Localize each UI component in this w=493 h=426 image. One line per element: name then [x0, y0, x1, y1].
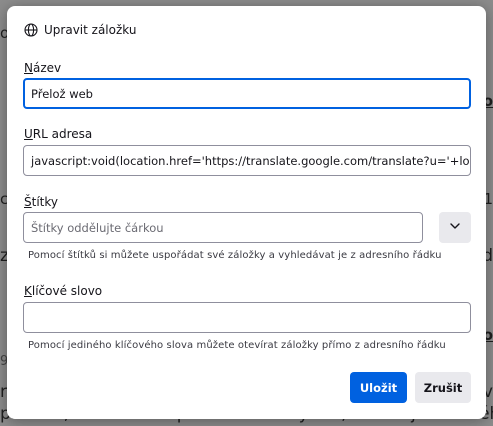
url-label-accel: U: [24, 127, 33, 141]
dialog-title-text: Upravit záložku: [44, 23, 137, 37]
url-label-rest: RL adresa: [32, 127, 93, 141]
keyword-label-accel: K: [24, 284, 32, 298]
tags-input-placeholder: Štítky oddělujte čárkou: [31, 220, 164, 235]
globe-icon: [24, 23, 38, 37]
name-input[interactable]: Přelož web: [23, 78, 471, 109]
tags-label-accel: Š: [24, 195, 32, 209]
name-label-rest: ázev: [32, 61, 62, 75]
url-label: URL adresa: [24, 127, 92, 141]
tags-label-rest: títky: [31, 195, 58, 209]
background-text: r: [0, 382, 7, 402]
edit-bookmark-dialog: Upravit záložku Název Přelož web URL adr…: [7, 6, 486, 419]
chevron-down-icon: [448, 218, 462, 237]
dialog-title: Upravit záložku: [24, 23, 136, 37]
url-input-value: javascript:void(location.href='https://t…: [31, 153, 471, 168]
tags-dropdown-button[interactable]: [439, 212, 471, 243]
url-input[interactable]: javascript:void(location.href='https://t…: [23, 145, 471, 176]
keyword-label-rest: líčové slovo: [31, 284, 103, 298]
name-label: Název: [24, 61, 61, 75]
keyword-input[interactable]: [23, 302, 471, 333]
keyword-label: Klíčové slovo: [24, 284, 102, 298]
tags-input[interactable]: Štítky oddělujte čárkou: [23, 212, 423, 243]
save-button[interactable]: Uložit: [350, 372, 407, 403]
name-input-value: Přelož web: [31, 86, 93, 101]
tags-help-text: Pomocí štítků si můžete uspořádat své zá…: [28, 250, 442, 261]
cancel-button[interactable]: Zrušit: [415, 372, 471, 403]
tags-label: Štítky: [24, 195, 58, 209]
name-label-accel: N: [24, 61, 33, 75]
keyword-help-text: Pomocí jediného klíčového slova můžete o…: [28, 340, 446, 351]
